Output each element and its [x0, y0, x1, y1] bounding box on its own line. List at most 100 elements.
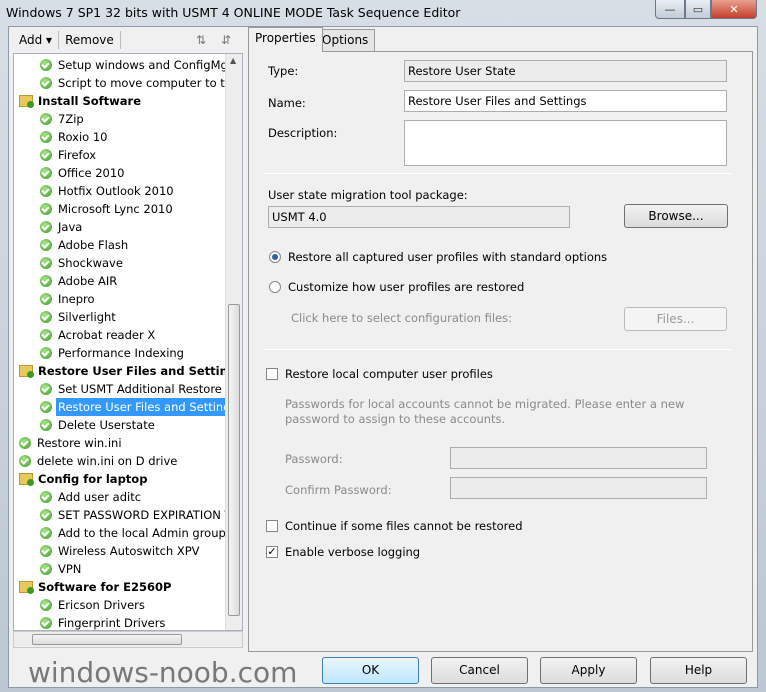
success-check-icon — [40, 167, 52, 179]
continue-label: Continue if some files cannot be restore… — [285, 519, 523, 533]
move-down-icon[interactable]: ⇵ — [221, 33, 231, 47]
tree-item-label: VPN — [58, 562, 82, 576]
package-label: User state migration tool package: — [268, 188, 468, 202]
remove-button[interactable]: Remove — [59, 31, 121, 49]
tree-step[interactable]: Fingerprint Drivers — [40, 614, 165, 630]
tree-step[interactable]: Java — [40, 218, 82, 236]
add-label: Add — [19, 33, 43, 47]
success-check-icon — [40, 113, 52, 125]
tree-item-label: Restore User Files and Settings — [56, 398, 239, 416]
tree-item-label: Roxio 10 — [58, 130, 108, 144]
success-check-icon — [40, 545, 52, 557]
files-button[interactable]: Files... — [624, 307, 727, 331]
password-note: Passwords for local accounts cannot be m… — [285, 397, 685, 426]
tree-item-label: Acrobat reader X — [58, 328, 156, 342]
success-check-icon — [40, 257, 52, 269]
add-menu-button[interactable]: Add ▾ — [13, 31, 60, 49]
config-files-hint: Click here to select configuration files… — [291, 311, 512, 325]
tree-group[interactable]: Restore User Files and Settings — [19, 362, 243, 380]
tree-item-label: Delete Userstate — [58, 418, 155, 432]
tree-step[interactable]: Add to the local Admin group — [40, 524, 226, 542]
browse-button[interactable]: Browse... — [624, 204, 728, 228]
restore-local-checkbox[interactable] — [266, 368, 278, 380]
apply-button[interactable]: Apply — [540, 657, 637, 684]
tree-step[interactable]: Firefox — [40, 146, 96, 164]
scroll-up-icon[interactable]: ▲ — [230, 56, 236, 65]
tree-vertical-scrollbar[interactable]: ▲ — [225, 54, 242, 630]
tree-step[interactable]: Silverlight — [40, 308, 116, 326]
tree-step[interactable]: Wireless Autoswitch XPV — [40, 542, 200, 560]
tree-step[interactable]: VPN — [40, 560, 81, 578]
name-input[interactable]: Restore User Files and Settings — [404, 90, 727, 112]
tree-step[interactable]: Acrobat reader X — [40, 326, 155, 344]
tree-step[interactable]: Ericson Drivers — [40, 596, 145, 614]
success-check-icon — [40, 509, 52, 521]
tree-step[interactable]: Office 2010 — [40, 164, 125, 182]
tree-step[interactable]: Performance Indexing — [40, 344, 184, 362]
ok-button[interactable]: OK — [322, 657, 419, 684]
description-input[interactable] — [404, 120, 727, 166]
type-label: Type: — [268, 64, 299, 78]
separator — [264, 173, 732, 174]
tree-item-label: Silverlight — [58, 310, 116, 324]
tree-group[interactable]: Software for E2560P — [19, 578, 171, 596]
tree-step[interactable]: Restore User Files and Settings — [40, 398, 239, 416]
confirm-password-input[interactable] — [450, 477, 707, 499]
tree-horizontal-scrollbar[interactable] — [13, 631, 243, 648]
properties-panel: Type: Restore User State Name: Restore U… — [248, 51, 753, 652]
tree-item-label: Restore User Files and Settings — [38, 364, 243, 378]
success-check-icon — [40, 347, 52, 359]
customize-label: Customize how user profiles are restored — [288, 280, 525, 294]
tree-step[interactable]: SET PASSWORD EXPIRATION T — [40, 506, 232, 524]
success-check-icon — [40, 59, 52, 71]
tree-step[interactable]: 7Zip — [40, 110, 84, 128]
tree-step[interactable]: Inepro — [40, 290, 95, 308]
success-check-icon — [40, 599, 52, 611]
tree-hscroll-thumb[interactable] — [32, 634, 182, 645]
restore-all-radio[interactable] — [269, 251, 281, 263]
tree-step[interactable]: Shockwave — [40, 254, 123, 272]
success-check-icon — [40, 293, 52, 305]
window-title: Windows 7 SP1 32 bits with USMT 4 ONLINE… — [6, 5, 461, 20]
maximize-button[interactable]: ▭ — [685, 0, 711, 19]
tree-item-label: Microsoft Lync 2010 — [58, 202, 173, 216]
close-button[interactable]: ✕ — [711, 0, 757, 19]
success-check-icon — [40, 239, 52, 251]
success-check-icon — [40, 383, 52, 395]
tree-group[interactable]: Install Software — [19, 92, 141, 110]
minimize-button[interactable]: — — [655, 0, 685, 19]
password-input[interactable] — [450, 447, 707, 469]
tree-step[interactable]: Microsoft Lync 2010 — [40, 200, 173, 218]
verbose-checkbox[interactable]: ✓ — [266, 546, 278, 558]
tree-step[interactable]: Set USMT Additional Restore O — [40, 380, 235, 398]
tree-step[interactable]: Setup windows and ConfigMgr — [40, 56, 233, 74]
tree-item-label: Shockwave — [58, 256, 123, 270]
customize-radio[interactable] — [269, 281, 281, 293]
description-label: Description: — [268, 126, 338, 140]
tree-step[interactable]: Restore win.ini — [19, 434, 122, 452]
success-check-icon — [40, 203, 52, 215]
restore-local-label: Restore local computer user profiles — [285, 367, 493, 381]
continue-checkbox[interactable] — [266, 520, 278, 532]
tree-step[interactable]: Delete Userstate — [40, 416, 155, 434]
tree-item-label: Firefox — [58, 148, 97, 162]
success-check-icon — [19, 455, 31, 467]
success-check-icon — [40, 329, 52, 341]
tree-step[interactable]: Script to move computer to the — [40, 74, 239, 92]
tree-step[interactable]: Adobe Flash — [40, 236, 128, 254]
tree-group[interactable]: Config for laptop — [19, 470, 147, 488]
tree-step[interactable]: Adobe AIR — [40, 272, 117, 290]
cancel-button[interactable]: Cancel — [431, 657, 528, 684]
tab-options[interactable]: Options — [315, 29, 376, 51]
tab-properties[interactable]: Properties — [248, 27, 323, 52]
tree-step[interactable]: delete win.ini on D drive — [19, 452, 177, 470]
tree-step[interactable]: Add user aditc — [40, 488, 141, 506]
tree-item-label: Restore win.ini — [37, 436, 122, 450]
help-button[interactable]: Help — [650, 657, 747, 684]
tree-scroll-thumb[interactable] — [228, 304, 240, 616]
success-check-icon — [40, 221, 52, 233]
success-check-icon — [40, 185, 52, 197]
tree-step[interactable]: Hotfix Outlook 2010 — [40, 182, 174, 200]
tree-step[interactable]: Roxio 10 — [40, 128, 107, 146]
move-up-icon[interactable]: ⇅ — [196, 33, 206, 47]
